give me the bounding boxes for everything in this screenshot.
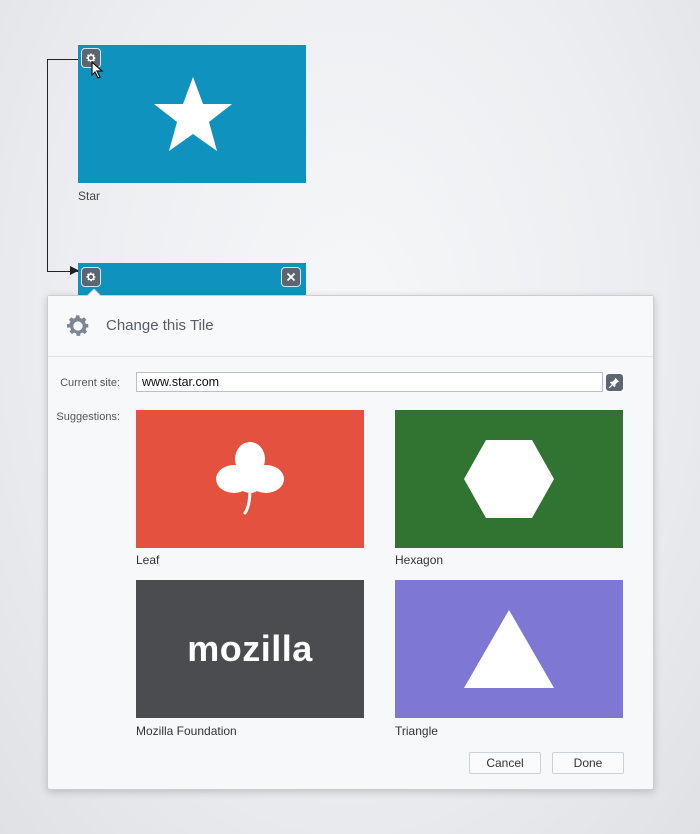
done-button[interactable]: Done	[552, 752, 624, 774]
suggestion-label: Mozilla Foundation	[136, 724, 237, 738]
suggestion-leaf-tile[interactable]	[136, 410, 364, 548]
tile-settings-button[interactable]	[82, 268, 100, 286]
gear-icon	[67, 315, 89, 336]
current-site-input[interactable]: www.star.com	[136, 372, 603, 392]
suggestion-label: Hexagon	[395, 553, 444, 567]
suggestion-mozilla-tile[interactable]: mozilla	[136, 580, 364, 718]
dialog-title: Change this Tile	[106, 317, 214, 334]
connector-line	[47, 59, 78, 272]
mouse-cursor-icon	[91, 61, 104, 79]
close-icon	[286, 272, 296, 282]
star-tile[interactable]	[78, 45, 306, 183]
hexagon-icon	[464, 440, 554, 518]
suggestion-triangle-tile[interactable]	[395, 580, 623, 718]
suggestions-label: Suggestions:	[56, 411, 120, 423]
change-tile-dialog: Change this Tile Current site: www.star.…	[47, 289, 654, 790]
pin-icon	[609, 377, 620, 388]
leaf-icon	[216, 442, 284, 515]
dialog-header: Change this Tile	[48, 296, 653, 357]
suggestion-hexagon-tile[interactable]	[395, 410, 623, 548]
mozilla-logo: mozilla	[187, 628, 313, 669]
pin-button[interactable]	[606, 374, 623, 391]
suggestion-label: Leaf	[136, 553, 160, 567]
triangle-icon	[464, 610, 554, 688]
suggestion-label: Triangle	[395, 724, 438, 738]
tile-close-button[interactable]	[282, 268, 300, 286]
current-site-label: Current site:	[60, 377, 120, 389]
tile-caption: Star	[78, 189, 101, 203]
star-icon	[154, 77, 232, 151]
cancel-button[interactable]: Cancel	[469, 752, 541, 774]
gear-icon	[86, 272, 96, 282]
